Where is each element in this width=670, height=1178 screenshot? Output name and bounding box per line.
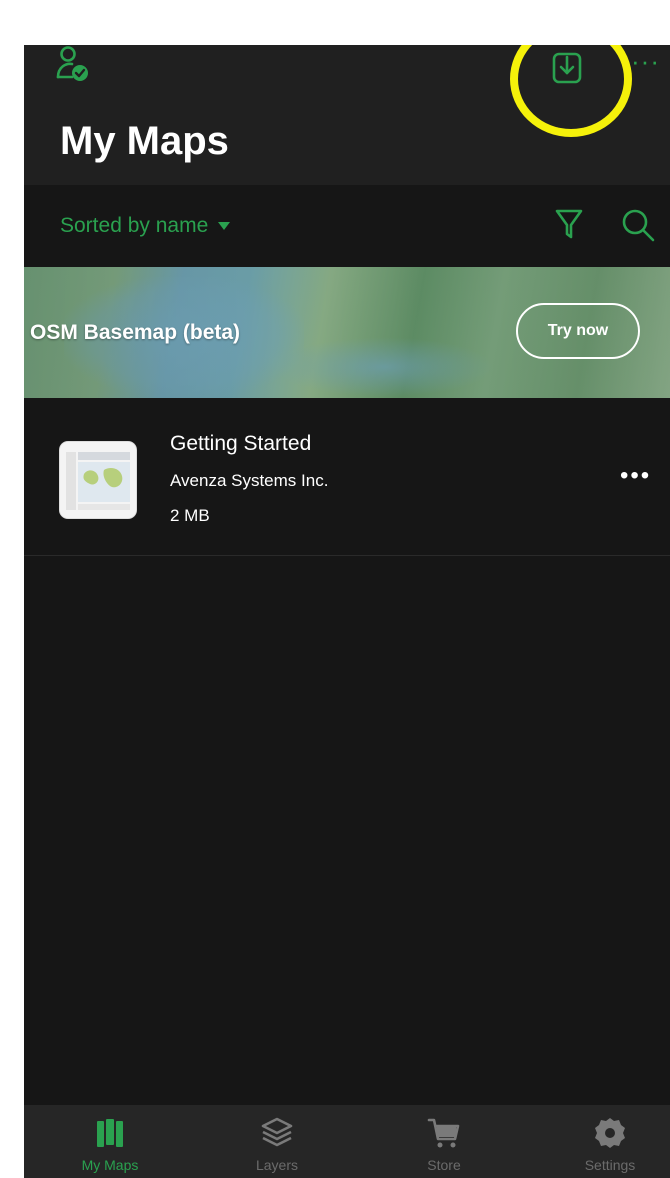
cart-icon [427,1118,460,1148]
map-icon [97,1119,123,1147]
sort-bar: Sorted by name [24,185,670,267]
tab-label: Layers [255,1157,299,1173]
top-bar: ··· My Maps [24,45,670,185]
try-now-button[interactable]: Try now [516,303,640,359]
map-list-item[interactable]: Getting Started Avenza Systems Inc. 2 MB… [24,398,670,556]
banner-title: OSM Basemap (beta) [30,321,241,344]
tab-settings[interactable]: Settings [550,1105,670,1178]
tab-store[interactable]: Store [384,1105,504,1178]
sort-label: Sorted by name [60,214,209,237]
map-author: Avenza Systems Inc. [170,471,329,490]
app-screen: ··· My Maps Sorted by name OSM Basemap (… [24,45,670,1178]
caret-down-icon [218,222,231,230]
tab-layers[interactable]: Layers [217,1105,337,1178]
tab-my-maps[interactable]: My Maps [50,1105,170,1178]
tab-label: Settings [584,1157,636,1173]
gear-icon [595,1118,625,1148]
tab-label: Store [427,1157,461,1173]
map-more-button[interactable]: ••• [620,464,651,488]
layers-icon [261,1117,293,1147]
import-map-icon [552,52,582,84]
map-name: Getting Started [170,432,312,455]
tab-label: My Maps [81,1157,139,1173]
osm-basemap-banner[interactable]: OSM Basemap (beta) Try now [24,267,670,398]
import-map-button[interactable] [545,47,589,87]
tab-bar: My Maps Layers Store Settings [24,1105,670,1178]
map-size: 2 MB [170,506,210,525]
search-icon[interactable] [620,207,656,243]
page-title: My Maps [60,119,229,163]
map-thumbnail [60,442,136,518]
sort-dropdown[interactable]: Sorted by name [60,214,231,238]
filter-icon[interactable] [554,207,584,241]
account-verified-icon[interactable] [54,45,96,87]
more-options-button[interactable]: ··· [631,48,660,74]
